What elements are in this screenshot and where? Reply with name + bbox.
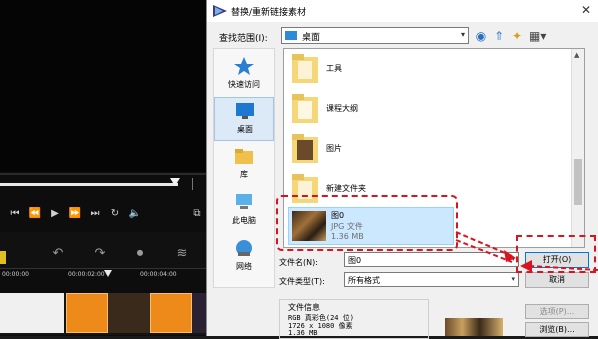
highlight-open-button [516, 235, 596, 273]
lookin-label: 查找范围(I): [219, 34, 268, 44]
clip-selected[interactable] [66, 293, 108, 333]
scrollbar[interactable]: ▲ [571, 49, 584, 247]
options-button[interactable]: 选项(P)... [525, 304, 589, 319]
place-label: 桌面 [237, 125, 253, 134]
library-icon [235, 149, 253, 164]
chevron-down-icon[interactable]: ▾ [511, 255, 515, 263]
folder-icon [292, 54, 318, 83]
network-icon [236, 240, 252, 256]
filetype-select[interactable]: 所有格式 ▾ [344, 272, 519, 287]
clip-selected[interactable] [150, 293, 192, 333]
folder-icon [292, 134, 318, 163]
filetype-label: 文件类型(T): [279, 277, 325, 286]
dialog-title: 替换/重新链接素材 [231, 8, 307, 18]
place-desktop[interactable]: 桌面 [214, 97, 274, 141]
filename-label: 文件名(N): [279, 258, 318, 267]
repeat-icon[interactable]: ↻ [108, 207, 122, 221]
place-label: 此电脑 [232, 216, 256, 225]
clip[interactable] [108, 293, 150, 333]
ruler-time-1: 00:00:02:00 [68, 271, 105, 278]
next-frame-icon[interactable]: ⏩ [68, 207, 82, 221]
list-item[interactable]: 课程大纲 [288, 89, 568, 129]
go-start-icon[interactable]: ⏮ [8, 207, 22, 221]
filetype-value: 所有格式 [348, 276, 380, 285]
chevron-down-icon: ▾ [511, 275, 515, 283]
video-track [0, 293, 210, 335]
place-quick-access[interactable]: 快速访问 [214, 53, 274, 97]
clip[interactable] [0, 293, 64, 333]
place-label: 库 [240, 170, 248, 179]
lookin-value: 桌面 [302, 33, 321, 43]
places-bar: 快速访问 桌面 库 此电脑 网络 [213, 48, 275, 288]
file-name: 新建文件夹 [326, 184, 366, 193]
ruler-time-2: 00:00:04:00 [140, 271, 177, 278]
file-info-panel: 文件信息 RGB 真彩色(24 位) 1726 x 1080 像素 1.36 M… [279, 299, 429, 339]
prev-frame-icon[interactable]: ⏪ [28, 207, 42, 221]
relink-dialog: 替换/重新链接素材 ✕ 查找范围(I): 桌面 ▾ ◉ ⇑ ✦ ▦▾ 快速访问 … [206, 0, 598, 339]
computer-icon [236, 194, 252, 209]
fullscreen-icon[interactable]: ⧉ [190, 207, 204, 221]
preview-divider [0, 173, 210, 175]
back-icon[interactable]: ◉ [473, 28, 489, 44]
title-bar: 替换/重新链接素材 ✕ [207, 0, 598, 22]
new-folder-icon[interactable]: ✦ [509, 28, 525, 44]
playhead[interactable] [104, 270, 112, 277]
track-marker [0, 251, 6, 264]
scrub-bar[interactable] [0, 183, 178, 186]
place-network[interactable]: 网络 [214, 235, 274, 279]
chevron-down-icon: ▾ [460, 30, 465, 39]
file-info-title: 文件信息 [288, 303, 320, 312]
star-icon [234, 57, 254, 75]
ruler-time-0: 00:00:00 [2, 271, 29, 278]
scroll-thumb[interactable] [574, 159, 582, 205]
app-logo-icon [213, 5, 227, 17]
desktop-icon [236, 103, 254, 119]
play-icon[interactable]: ▶ [48, 207, 62, 221]
filename-input[interactable]: 图0 ▾ [344, 252, 519, 267]
filename-value: 图0 [348, 256, 362, 265]
scrub-handle[interactable] [170, 178, 180, 186]
video-editor-panel: ⏮ ⏪ ▶ ⏩ ⏭ ↻ 🔈 ⧉ ↶ ↷ ⏺ ≋ 00:00:00 00:00:0… [0, 0, 210, 336]
place-label: 网络 [236, 262, 252, 271]
file-name: 课程大纲 [326, 104, 358, 113]
cancel-button[interactable]: 取消 [525, 272, 589, 288]
transport-controls: ⏮ ⏪ ▶ ⏩ ⏭ ↻ 🔈 ⧉ [0, 207, 210, 223]
list-item[interactable]: 图片 [288, 129, 568, 169]
video-preview [0, 0, 210, 172]
trim-bracket[interactable] [192, 178, 199, 190]
file-name: 工具 [326, 64, 342, 73]
place-label: 快速访问 [228, 80, 260, 89]
undo-icon[interactable]: ↶ [48, 245, 68, 263]
lookin-dropdown[interactable]: 桌面 ▾ [281, 27, 469, 44]
volume-icon[interactable]: 🔈 [128, 207, 142, 221]
view-menu-icon[interactable]: ▦▾ [529, 28, 546, 44]
folder-icon [292, 94, 318, 123]
list-item[interactable]: 工具 [288, 49, 568, 89]
preview-thumbnail [445, 318, 503, 336]
up-folder-icon[interactable]: ⇑ [491, 28, 507, 44]
timeline-toolbar: ↶ ↷ ⏺ ≋ [0, 232, 210, 268]
redo-icon[interactable]: ↷ [90, 245, 110, 263]
place-this-pc[interactable]: 此电脑 [214, 189, 274, 233]
browse-button[interactable]: 浏览(B)... [525, 322, 589, 337]
scroll-up-icon[interactable]: ▲ [574, 51, 579, 59]
record-icon[interactable]: ⏺ [130, 245, 150, 263]
folder-icon [285, 31, 297, 40]
close-icon[interactable]: ✕ [581, 3, 591, 17]
audio-wave-icon[interactable]: ≋ [172, 245, 192, 263]
go-end-icon[interactable]: ⏭ [88, 207, 102, 221]
file-name: 图片 [326, 144, 342, 153]
place-library[interactable]: 库 [214, 143, 274, 187]
highlight-selected-file [276, 195, 458, 251]
